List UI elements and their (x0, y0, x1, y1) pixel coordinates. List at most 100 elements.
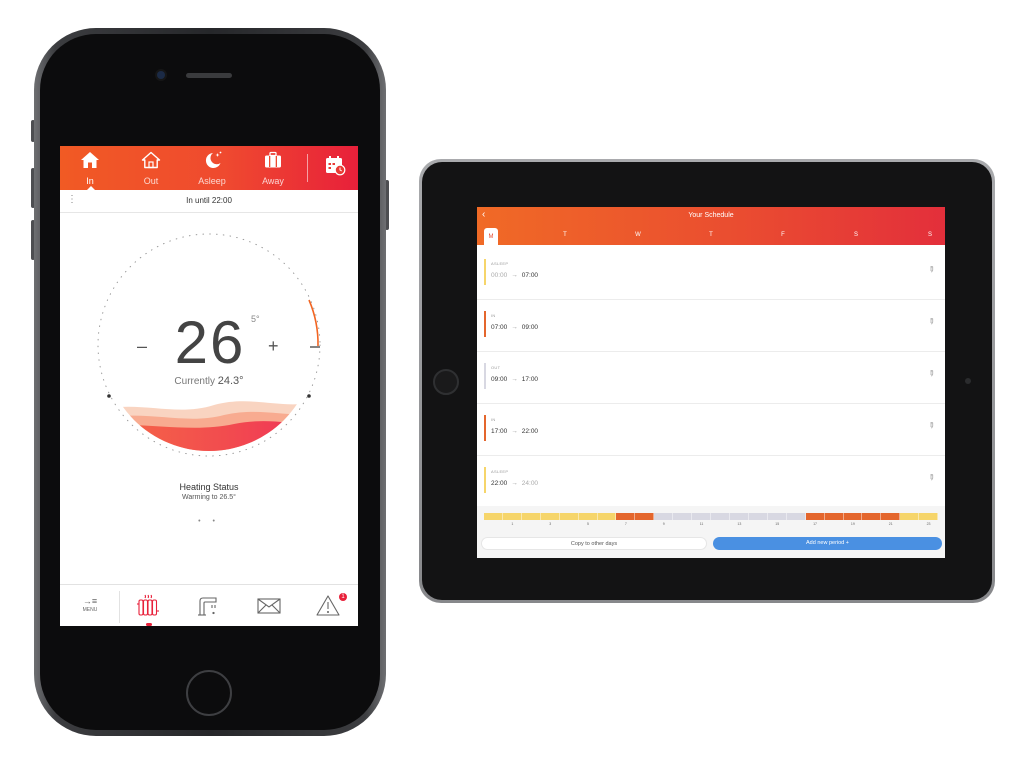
schedule-button[interactable] (315, 154, 355, 181)
timeline-hour-block (654, 513, 674, 520)
decrease-temp-button[interactable]: – (137, 336, 147, 357)
pencil-icon[interactable]: ✎ (926, 420, 937, 431)
timeline-hour-block (502, 513, 522, 520)
period-end-time: 09:00 (521, 324, 539, 331)
suitcase-icon (265, 151, 281, 168)
mode-label: Asleep (198, 176, 226, 186)
home-button[interactable] (186, 670, 232, 716)
arrow-icon: → (511, 480, 518, 487)
add-new-period-button[interactable]: Add new period + (713, 537, 942, 550)
ipad-camera (965, 378, 971, 384)
day-tab-wednesday[interactable]: W (631, 232, 645, 238)
heating-status-title: Heating Status (179, 482, 239, 492)
pencil-icon[interactable]: ✎ (926, 316, 937, 327)
timeline-hour-block (805, 513, 825, 520)
page-indicator[interactable]: • • (60, 518, 358, 525)
timeline-hour-block (786, 513, 806, 520)
period-start-time: 09:00 (491, 376, 508, 383)
timeline-hour-block (824, 513, 844, 520)
mode-out[interactable]: Out (125, 150, 177, 186)
calendar-icon (326, 156, 346, 176)
schedule-period-row[interactable]: IN 07:00 → 09:00 ✎ (477, 299, 945, 352)
pencil-icon[interactable]: ✎ (926, 472, 937, 483)
timeline-hour-block (711, 513, 730, 520)
timeline-tick-label: 13 (737, 522, 742, 526)
current-temp-value: 24.3° (217, 375, 244, 387)
schedule-period-row[interactable]: IN 17:00 → 22:00 ✎ (477, 403, 945, 456)
period-end-time: 22:00 (521, 428, 539, 435)
mode-asleep[interactable]: Asleep (186, 150, 238, 186)
mode-away[interactable]: Away (247, 150, 299, 186)
timeline-tick-label: 15 (775, 522, 780, 526)
timeline-hour-block (673, 513, 693, 520)
timeline-tick-label: 23 (926, 522, 931, 526)
alert-badge: 1 (339, 593, 347, 601)
timeline-ticks: 1 3 5 7 9 11 13 15 17 19 21 23 (484, 522, 938, 528)
current-temp-label: Currently (174, 376, 215, 387)
mode-label: Out (143, 176, 159, 186)
period-color-bar (484, 467, 486, 493)
arrow-icon: → (511, 272, 518, 279)
period-color-bar (484, 259, 486, 285)
day-tab-friday[interactable]: F (776, 232, 790, 238)
period-end-time: 24:00 (521, 480, 539, 487)
increase-temp-button[interactable]: + (268, 336, 279, 357)
mode-label: In (86, 176, 94, 186)
period-time-range: 00:00 → 07:00 (491, 272, 538, 279)
period-name: IN (491, 313, 496, 318)
schedule-period-row[interactable]: ASLEEP 00:00 → 07:00 ✎ (477, 247, 945, 300)
pencil-icon[interactable]: ✎ (926, 264, 937, 275)
timeline-panel: 1 3 5 7 9 11 13 15 17 19 21 23 Copy to other days A… (477, 506, 945, 558)
pencil-icon[interactable]: ✎ (926, 368, 937, 379)
schedule-period-row[interactable]: ASLEEP 22:00 → 24:00 ✎ (477, 455, 945, 508)
day-tab-saturday[interactable]: S (849, 232, 863, 238)
period-time-range: 07:00 → 09:00 (491, 324, 538, 331)
day-tab-sunday[interactable]: S (923, 232, 937, 238)
until-text: In until 22:00 (186, 196, 232, 205)
period-end-time: 17:00 (521, 376, 539, 383)
timeline-hour-block (748, 513, 768, 520)
timeline-tick-label: 21 (888, 522, 893, 526)
thermostat-app-screen: In Out Asleep Away ⋮ In until 22:00 – 26… (60, 146, 358, 626)
day-tab-monday[interactable]: M (484, 228, 498, 245)
day-tab-thursday[interactable]: T (704, 232, 718, 238)
arrow-icon: → (511, 376, 518, 383)
menu-arrow-icon: →≡ (82, 596, 98, 606)
radiator-icon[interactable] (136, 593, 162, 619)
timeline-hour-block (578, 513, 598, 520)
schedule-period-row[interactable]: OUT 09:00 → 17:00 ✎ (477, 351, 945, 404)
timeline-hour-block (597, 513, 617, 520)
front-camera (157, 71, 165, 79)
period-color-bar (484, 363, 486, 389)
arrow-icon: → (511, 428, 518, 435)
menu-button[interactable]: →≡ MENU (74, 596, 106, 614)
period-start-time: 17:00 (491, 428, 508, 435)
copy-to-other-days-button[interactable]: Copy to other days (481, 537, 707, 550)
heating-status-subtitle: Warming to 26.5° (182, 494, 236, 501)
period-time-range: 09:00 → 17:00 (491, 376, 538, 383)
current-temperature: Currently 24.3° (60, 375, 358, 387)
arrow-icon: → (511, 324, 518, 331)
timeline-tick-label: 5 (587, 522, 590, 526)
tap-icon[interactable] (196, 593, 222, 619)
home-icon (81, 152, 99, 168)
earpiece-speaker (186, 73, 232, 78)
timeline-hour-block (692, 513, 712, 520)
mode-bar: In Out Asleep Away (60, 146, 358, 190)
ipad-home-button[interactable] (433, 369, 459, 395)
mail-icon[interactable] (256, 593, 282, 619)
timeline-tick-label: 11 (699, 522, 704, 526)
alert-icon[interactable] (315, 593, 341, 619)
timeline-hour-block (919, 513, 939, 520)
bottom-nav: →≡ MENU 1 (60, 584, 358, 626)
target-temperature: 26 (174, 309, 246, 376)
mode-in[interactable]: In (64, 150, 116, 186)
period-name: ASLEEP (491, 261, 509, 266)
day-tab-tuesday[interactable]: T (558, 232, 572, 238)
timeline-hour-block (559, 513, 579, 520)
bottom-nav-divider (119, 591, 120, 623)
temp-step-label: 5° (251, 314, 260, 324)
day-timeline (484, 513, 939, 520)
period-start-time: 07:00 (491, 324, 508, 331)
timeline-tick-label: 17 (813, 522, 817, 526)
